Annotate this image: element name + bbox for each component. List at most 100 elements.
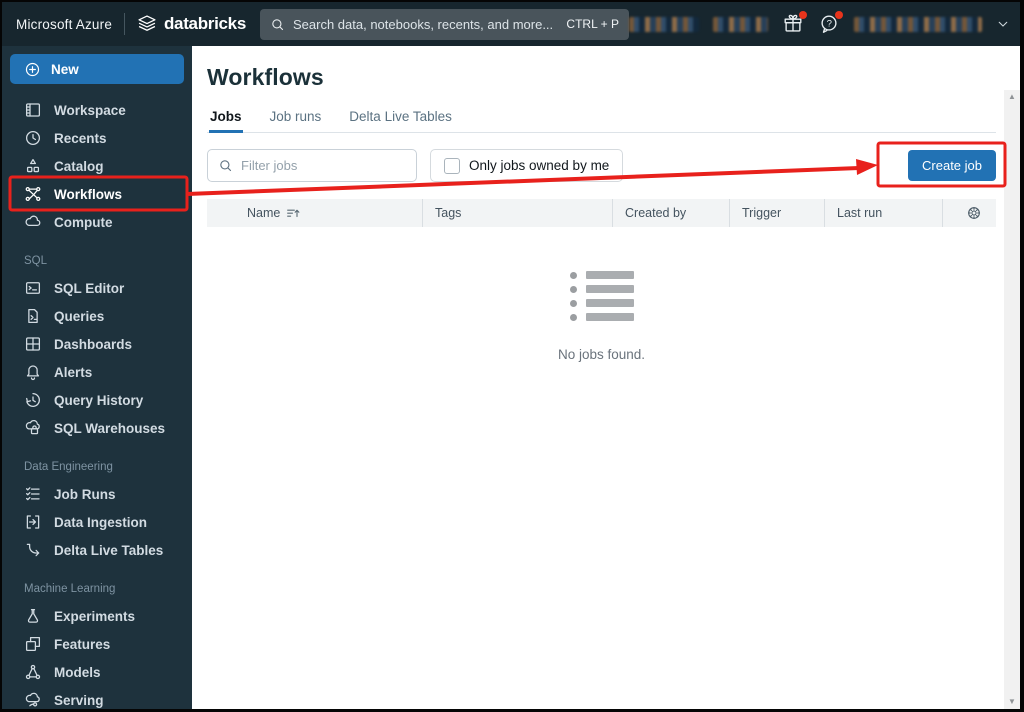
top-bar: Microsoft Azure databricks CTRL + P ? xyxy=(2,2,1020,46)
serving-icon xyxy=(24,691,42,709)
tab-delta-live-tables[interactable]: Delta Live Tables xyxy=(348,105,453,132)
sidebar-item-dashboards[interactable]: Dashboards xyxy=(10,330,184,358)
empty-state-message: No jobs found. xyxy=(557,347,646,362)
empty-state: No jobs found. xyxy=(207,271,996,362)
only-owned-filter[interactable]: Only jobs owned by me xyxy=(430,149,624,182)
sidebar-item-data-ingestion[interactable]: Data Ingestion xyxy=(10,508,184,536)
gear-icon xyxy=(968,207,980,219)
dashboards-icon xyxy=(24,335,42,353)
databricks-logo[interactable]: databricks xyxy=(137,14,246,34)
recents-icon xyxy=(24,129,42,147)
sidebar-item-label: Experiments xyxy=(54,608,136,624)
tab-jobs[interactable]: Jobs xyxy=(209,105,243,133)
sql-warehouses-icon xyxy=(24,419,42,437)
sidebar-item-label: Workspace xyxy=(54,102,126,118)
search-shortcut-hint: CTRL + P xyxy=(566,17,619,31)
delta-live-tables-icon xyxy=(24,541,42,559)
data-ingestion-icon xyxy=(24,513,42,531)
sidebar-item-label: Dashboards xyxy=(54,336,133,352)
sidebar-section-label-sql: SQL xyxy=(24,255,48,267)
sidebar-item-recents[interactable]: Recents xyxy=(10,124,184,152)
microsoft-azure-label: Microsoft Azure xyxy=(16,16,113,32)
sidebar-item-label: Catalog xyxy=(54,158,104,174)
new-button-label: New xyxy=(51,61,79,77)
filter-jobs-field[interactable] xyxy=(207,149,417,182)
brand-divider xyxy=(124,13,125,35)
filter-jobs-input[interactable] xyxy=(241,158,406,173)
sidebar-item-delta-live-tables[interactable]: Delta Live Tables xyxy=(10,536,184,564)
notification-dot xyxy=(835,11,843,19)
search-icon xyxy=(272,18,284,30)
vertical-scrollbar[interactable]: ▲ ▼ xyxy=(1004,90,1020,709)
redacted-region-text xyxy=(713,16,768,32)
help-icon[interactable]: ? xyxy=(818,11,843,35)
app-window: Microsoft Azure databricks CTRL + P ? xyxy=(0,0,1024,712)
scrollbar-down-arrow[interactable]: ▼ xyxy=(1008,698,1016,706)
sidebar-section-label-data-engineering: Data Engineering xyxy=(24,461,113,473)
sidebar-item-label: SQL Editor xyxy=(54,280,125,296)
sidebar-item-compute[interactable]: Compute xyxy=(10,208,184,236)
sidebar-item-label: Workflows xyxy=(54,186,123,202)
sidebar-section-label-machine-learning: Machine Learning xyxy=(24,583,116,595)
models-icon xyxy=(24,663,42,681)
new-button[interactable]: New xyxy=(10,54,184,84)
compute-icon xyxy=(24,213,42,231)
alerts-icon xyxy=(24,363,42,381)
page-title: Workflows xyxy=(207,64,324,90)
sidebar-item-label: Compute xyxy=(54,214,113,230)
global-search[interactable]: CTRL + P xyxy=(260,8,629,40)
sidebar-item-models[interactable]: Models xyxy=(10,658,184,686)
sidebar-item-label: Serving xyxy=(54,692,104,708)
sidebar-item-sql-warehouses[interactable]: SQL Warehouses xyxy=(10,414,184,442)
features-icon xyxy=(24,635,42,653)
global-search-input[interactable] xyxy=(293,16,559,32)
column-header-tags[interactable]: Tags xyxy=(422,199,612,227)
sidebar-item-label: Query History xyxy=(54,392,144,408)
sidebar-item-query-history[interactable]: Query History xyxy=(10,386,184,414)
sidebar-item-label: SQL Warehouses xyxy=(54,420,166,436)
table-settings-button[interactable] xyxy=(942,199,996,227)
sidebar-item-workspace[interactable]: Workspace xyxy=(10,96,184,124)
query-history-icon xyxy=(24,391,42,409)
tab-job-runs[interactable]: Job runs xyxy=(269,105,323,132)
top-right-cluster: ? xyxy=(629,11,1010,35)
only-owned-label: Only jobs owned by me xyxy=(469,158,610,173)
table-header: Name Tags Created by Trigger Last run xyxy=(207,199,996,227)
plus-circle-icon xyxy=(25,62,40,76)
redacted-workspace-text xyxy=(629,16,699,32)
sidebar-item-queries[interactable]: Queries xyxy=(10,302,184,330)
sidebar-item-label: Features xyxy=(54,636,111,652)
sidebar-item-workflows[interactable]: Workflows xyxy=(10,180,184,208)
sidebar-item-serving[interactable]: Serving xyxy=(10,686,184,709)
sidebar-item-sql-editor[interactable]: SQL Editor xyxy=(10,274,184,302)
sql-editor-icon xyxy=(24,279,42,297)
sort-icon xyxy=(287,209,300,217)
column-header-last-run[interactable]: Last run xyxy=(824,199,942,227)
sidebar-item-features[interactable]: Features xyxy=(10,630,184,658)
column-header-created-by[interactable]: Created by xyxy=(612,199,729,227)
jobs-toolbar: Only jobs owned by me Create job xyxy=(207,149,996,182)
databricks-stack-icon xyxy=(138,15,156,31)
sidebar-item-label: Recents xyxy=(54,130,107,146)
search-icon xyxy=(220,160,232,172)
sidebar-item-catalog[interactable]: Catalog xyxy=(10,152,184,180)
sidebar: New Workspace Recents Catalog Workflows Comp… xyxy=(2,46,192,709)
sidebar-item-label: Alerts xyxy=(54,364,93,380)
sidebar-item-alerts[interactable]: Alerts xyxy=(10,358,184,386)
main-content: Workflows Jobs Job runs Delta Live Tables … xyxy=(192,46,1020,709)
only-owned-checkbox[interactable] xyxy=(444,157,460,174)
databricks-wordmark: databricks xyxy=(163,14,246,33)
scrollbar-up-arrow[interactable]: ▲ xyxy=(1008,93,1016,101)
column-header-trigger[interactable]: Trigger xyxy=(729,199,824,227)
gift-icon[interactable] xyxy=(782,11,807,35)
job-runs-icon xyxy=(24,485,42,503)
workspace-icon xyxy=(24,101,42,119)
create-job-button[interactable]: Create job xyxy=(908,150,996,181)
chevron-down-icon[interactable] xyxy=(996,17,1010,31)
sidebar-item-job-runs[interactable]: Job Runs xyxy=(10,480,184,508)
sidebar-item-label: Queries xyxy=(54,308,105,324)
sidebar-item-label: Models xyxy=(54,664,101,680)
column-header-name[interactable]: Name xyxy=(207,199,422,227)
sidebar-item-experiments[interactable]: Experiments xyxy=(10,602,184,630)
sidebar-item-label: Delta Live Tables xyxy=(54,542,164,558)
